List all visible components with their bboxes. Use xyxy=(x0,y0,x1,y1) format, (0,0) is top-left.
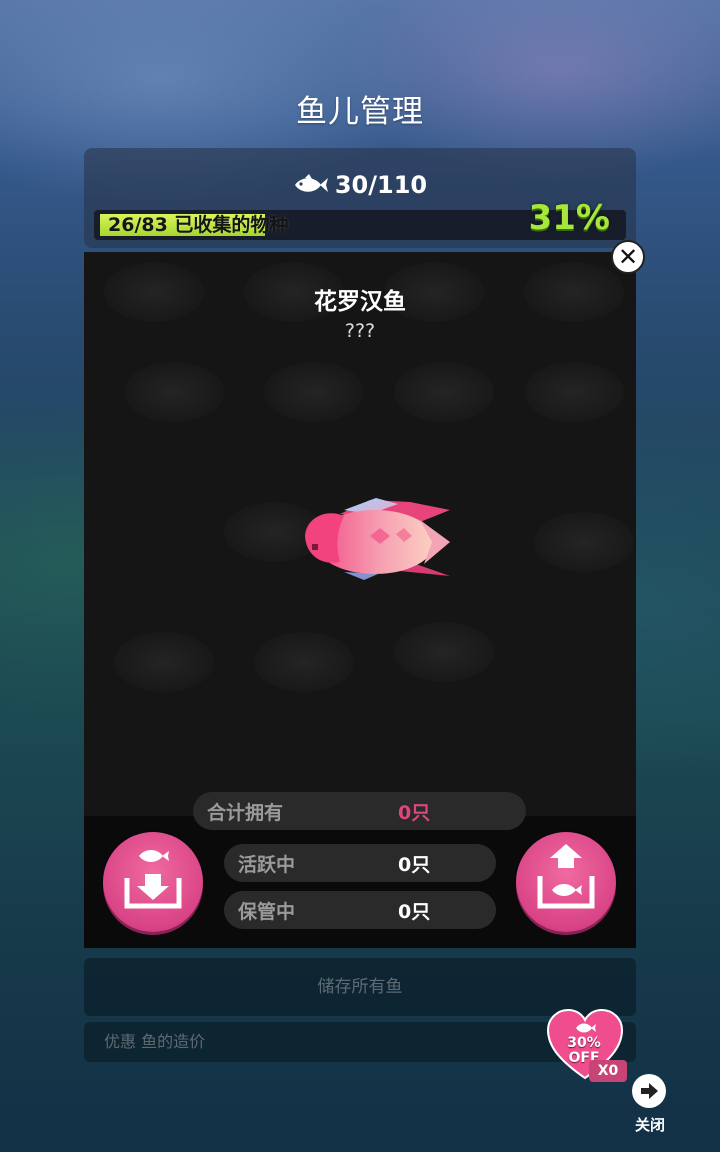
ghost-fish xyxy=(114,632,214,692)
store-fish-icon xyxy=(124,850,182,909)
total-owned-row: 合计拥有 0只 xyxy=(193,792,526,830)
fish-count: 30/110 xyxy=(84,170,636,200)
store-fish-button[interactable] xyxy=(103,832,203,932)
total-owned-label: 合计拥有 xyxy=(207,801,284,824)
stored-label: 保管中 xyxy=(238,900,296,923)
exit-button[interactable] xyxy=(632,1074,666,1108)
active-value: 0只 xyxy=(398,853,431,876)
close-icon: ✕ xyxy=(617,243,639,271)
ghost-fish xyxy=(264,362,364,422)
ghost-fish xyxy=(534,512,634,572)
fish-icon xyxy=(294,174,328,192)
ghost-fish xyxy=(394,622,494,682)
close-detail-button[interactable]: ✕ xyxy=(611,240,645,274)
stored-row: 保管中 0只 xyxy=(224,891,496,929)
discount-count-badge: X0 xyxy=(589,1060,627,1082)
ghost-fish xyxy=(394,362,494,422)
total-owned-value: 0只 xyxy=(398,801,431,824)
release-fish-button[interactable] xyxy=(516,832,616,932)
collection-progress-text: 26/83 已收集的物种 xyxy=(108,214,289,236)
stored-value: 0只 xyxy=(398,900,431,923)
ghost-fish xyxy=(254,632,354,692)
active-row: 活跃中 0只 xyxy=(224,844,496,882)
fish-count-value: 30/110 xyxy=(334,171,428,199)
ghost-fish xyxy=(524,362,624,422)
fish-name: 花罗汉鱼 xyxy=(314,289,406,315)
fish-subtitle: ??? xyxy=(344,320,376,342)
ghost-fish xyxy=(124,362,224,422)
discount-percent: 30% xyxy=(567,1035,601,1051)
collection-percent: 31% xyxy=(528,198,610,238)
flowerhorn-fish-image xyxy=(305,498,450,580)
page-title: 鱼儿管理 xyxy=(296,94,424,130)
exit-label[interactable]: 关闭 xyxy=(626,1114,674,1135)
exit-arrow-icon xyxy=(641,1083,658,1099)
release-fish-icon xyxy=(537,844,595,909)
active-label: 活跃中 xyxy=(238,853,296,876)
collection-header: 30/110 26/83 已收集的物种 31% xyxy=(84,148,636,248)
